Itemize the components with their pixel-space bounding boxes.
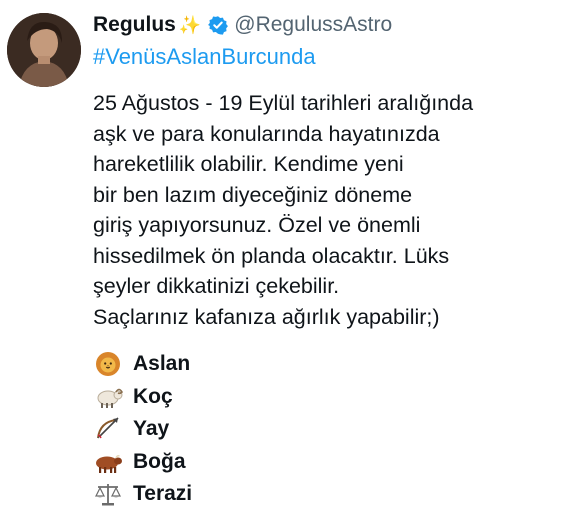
lion-icon xyxy=(93,351,123,377)
tweet-text-line: 25 Ağustos - 19 Eylül tarihleri aralığın… xyxy=(93,91,474,115)
display-name[interactable]: Regulus xyxy=(93,13,176,37)
bow-and-arrow-icon xyxy=(93,416,123,442)
scales-icon xyxy=(93,481,123,507)
list-item: Yay xyxy=(93,413,192,446)
tweet-text-line: hissedilmek ön planda olacaktır. Lüks xyxy=(93,243,450,268)
sign-label: Boğa xyxy=(133,449,186,473)
avatar[interactable] xyxy=(7,13,81,87)
tweet-text-line: bir ben lazım diyeceğiniz döneme xyxy=(93,182,413,207)
sign-label: Koç xyxy=(133,384,173,408)
tweet-header: Regulus ✨ @RegulussAstro xyxy=(93,10,392,40)
tweet-body: 25 Ağustos - 19 Eylül tarihleri aralığın… xyxy=(93,88,563,332)
user-handle[interactable]: @RegulussAstro xyxy=(234,13,392,37)
tweet-text-line: Saçlarınız kafanıza ağırlık yapabilir;) xyxy=(93,304,440,329)
tweet-text-line: hareketlilik olabilir. Kendime yeni xyxy=(93,152,404,176)
hashtag-link[interactable]: #VenüsAslanBurcunda xyxy=(93,44,316,70)
tweet: Regulus ✨ @RegulussAstro #VenüsAslanBurc… xyxy=(0,0,565,518)
sparkles-icon: ✨ xyxy=(178,14,202,36)
tweet-text-line: aşk ve para konularında hayatınızda xyxy=(93,121,440,146)
tweet-text-line: giriş yapıyorsunuz. Özel ve önemli xyxy=(93,213,421,237)
list-item: Koç xyxy=(93,381,192,414)
sign-label: Terazi xyxy=(133,482,193,506)
verified-badge-icon xyxy=(208,15,229,35)
list-item: Terazi xyxy=(93,478,192,511)
ram-icon xyxy=(93,384,123,410)
list-item: Aslan xyxy=(93,348,192,381)
list-item: Boğa xyxy=(93,446,192,479)
ox-icon xyxy=(93,449,123,475)
sign-label: Yay xyxy=(133,417,170,441)
sign-label: Aslan xyxy=(133,352,191,376)
tweet-text-line: şeyler dikkatinizi çekebilir. xyxy=(93,274,340,298)
zodiac-sign-list: Aslan Koç Yay Boğa Terazi xyxy=(93,348,192,511)
